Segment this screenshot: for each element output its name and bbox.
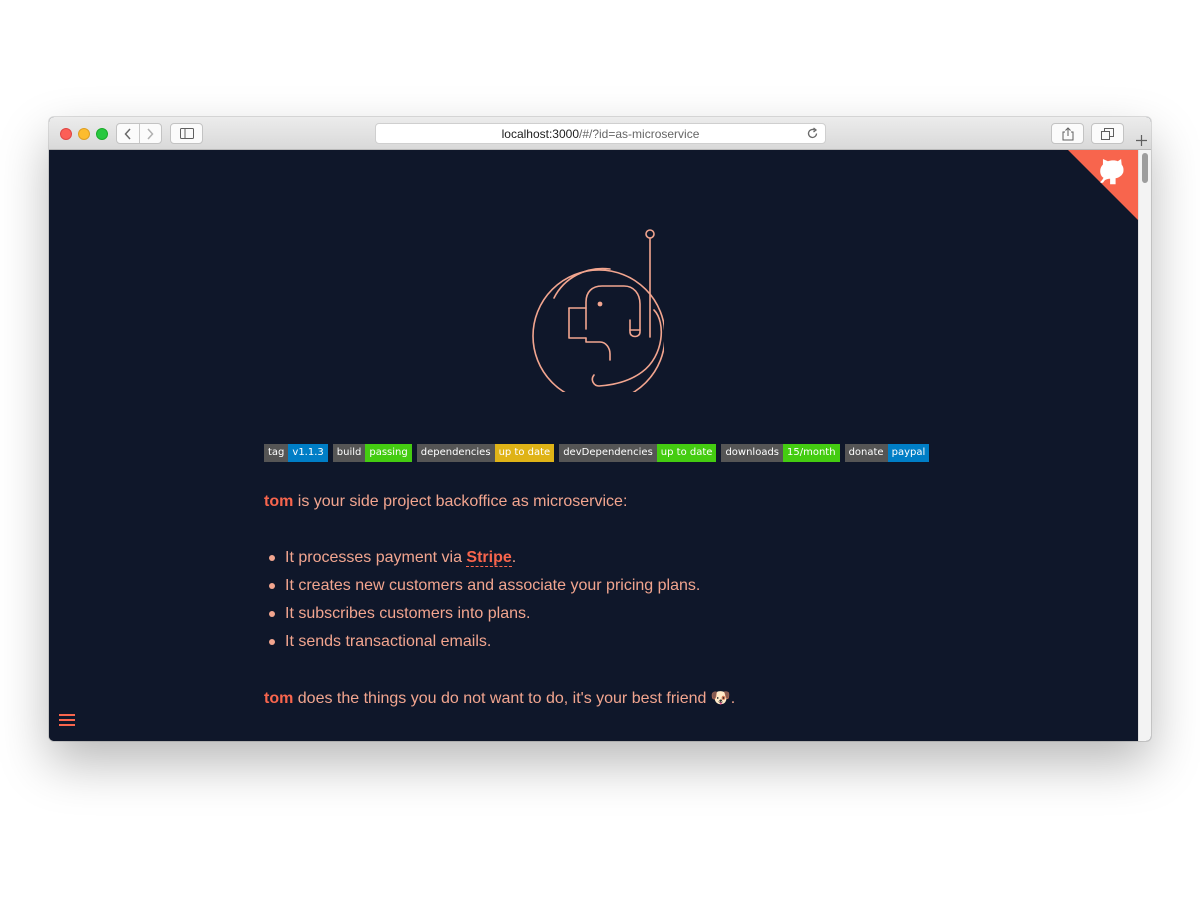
new-tab-button[interactable] — [1132, 131, 1151, 150]
badge-dev-dependencies[interactable]: devDependencies up to date — [559, 444, 717, 462]
chevron-left-icon — [124, 127, 131, 140]
list-item: It sends transactional emails. — [264, 631, 700, 659]
outro-text: does the things you do not want to do, i… — [293, 690, 711, 707]
tab-overview-button[interactable] — [1091, 123, 1124, 144]
forward-button[interactable] — [138, 124, 162, 143]
github-corner-link[interactable] — [1068, 150, 1138, 220]
astronaut-dog-logo — [532, 229, 664, 392]
address-path: /#/?id=as-microservice — [579, 126, 700, 141]
badge-value: paypal — [887, 444, 930, 462]
history-nav — [116, 123, 162, 144]
brand-name: tom — [264, 690, 294, 707]
hamburger-menu-icon[interactable] — [59, 714, 75, 728]
address-bar[interactable]: localhost:3000/#/?id=as-microservice — [375, 123, 826, 144]
sidebar-toggle-button[interactable] — [170, 123, 203, 144]
back-button[interactable] — [117, 124, 139, 143]
badge-key: tag — [264, 444, 289, 462]
chevron-right-icon — [147, 127, 154, 140]
page-content: tag v1.1.3 build passing dependencies up to… — [49, 150, 1138, 741]
outro-paragraph: tom does the things you do not want to d… — [264, 688, 735, 708]
feature-text: It processes payment via — [285, 549, 467, 566]
badge-dependencies[interactable]: dependencies up to date — [416, 444, 555, 462]
scrollbar[interactable] — [1138, 150, 1151, 741]
address-host: localhost:3000 — [501, 126, 579, 141]
badge-value: passing — [365, 444, 412, 462]
stripe-link[interactable]: Stripe — [466, 549, 512, 567]
feature-text-end: . — [511, 549, 517, 566]
badge-key: dependencies — [416, 444, 495, 462]
share-button[interactable] — [1051, 123, 1084, 144]
badge-key: devDependencies — [559, 444, 657, 462]
list-item: It creates new customers and associate y… — [264, 575, 700, 603]
badge-value: up to date — [656, 444, 717, 462]
share-icon — [1062, 126, 1073, 140]
badge-row: tag v1.1.3 build passing dependencies up to… — [264, 444, 930, 462]
outro-end: . — [730, 690, 736, 707]
dog-emoji-icon: 🐶 — [710, 690, 731, 707]
list-item: It subscribes customers into plans. — [264, 603, 700, 631]
badge-key: build — [332, 444, 366, 462]
brand-name: tom — [264, 493, 294, 510]
plus-icon — [1136, 135, 1147, 146]
reload-icon[interactable] — [806, 127, 819, 140]
feature-text: It subscribes customers into plans. — [285, 605, 531, 622]
tabs-icon — [1101, 127, 1114, 140]
minimize-window-button[interactable] — [78, 128, 90, 140]
badge-value: up to date — [494, 444, 555, 462]
list-item: It processes payment via Stripe. — [264, 547, 700, 575]
browser-toolbar: localhost:3000/#/?id=as-microservice — [49, 117, 1151, 150]
badge-value: v1.1.3 — [288, 444, 328, 462]
feature-text: It sends transactional emails. — [285, 633, 492, 650]
feature-text: It creates new customers and associate y… — [285, 577, 701, 594]
intro-paragraph: tom is your side project backoffice as m… — [264, 493, 627, 511]
badge-value: 15/month — [783, 444, 840, 462]
sidebar-icon — [179, 128, 194, 139]
badge-key: donate — [844, 444, 888, 462]
badge-downloads[interactable]: downloads 15/month — [721, 444, 840, 462]
close-window-button[interactable] — [60, 128, 72, 140]
feature-list: It processes payment via Stripe. It crea… — [264, 547, 700, 659]
scrollbar-thumb[interactable] — [1142, 153, 1148, 183]
badge-build[interactable]: build passing — [332, 444, 412, 462]
maximize-window-button[interactable] — [96, 128, 108, 140]
badge-donate[interactable]: donate paypal — [844, 444, 930, 462]
intro-text: is your side project backoffice as micro… — [293, 493, 628, 510]
browser-window: localhost:3000/#/?id=as-microservice tag… — [49, 117, 1151, 741]
badge-tag[interactable]: tag v1.1.3 — [264, 444, 328, 462]
badge-key: downloads — [721, 444, 784, 462]
